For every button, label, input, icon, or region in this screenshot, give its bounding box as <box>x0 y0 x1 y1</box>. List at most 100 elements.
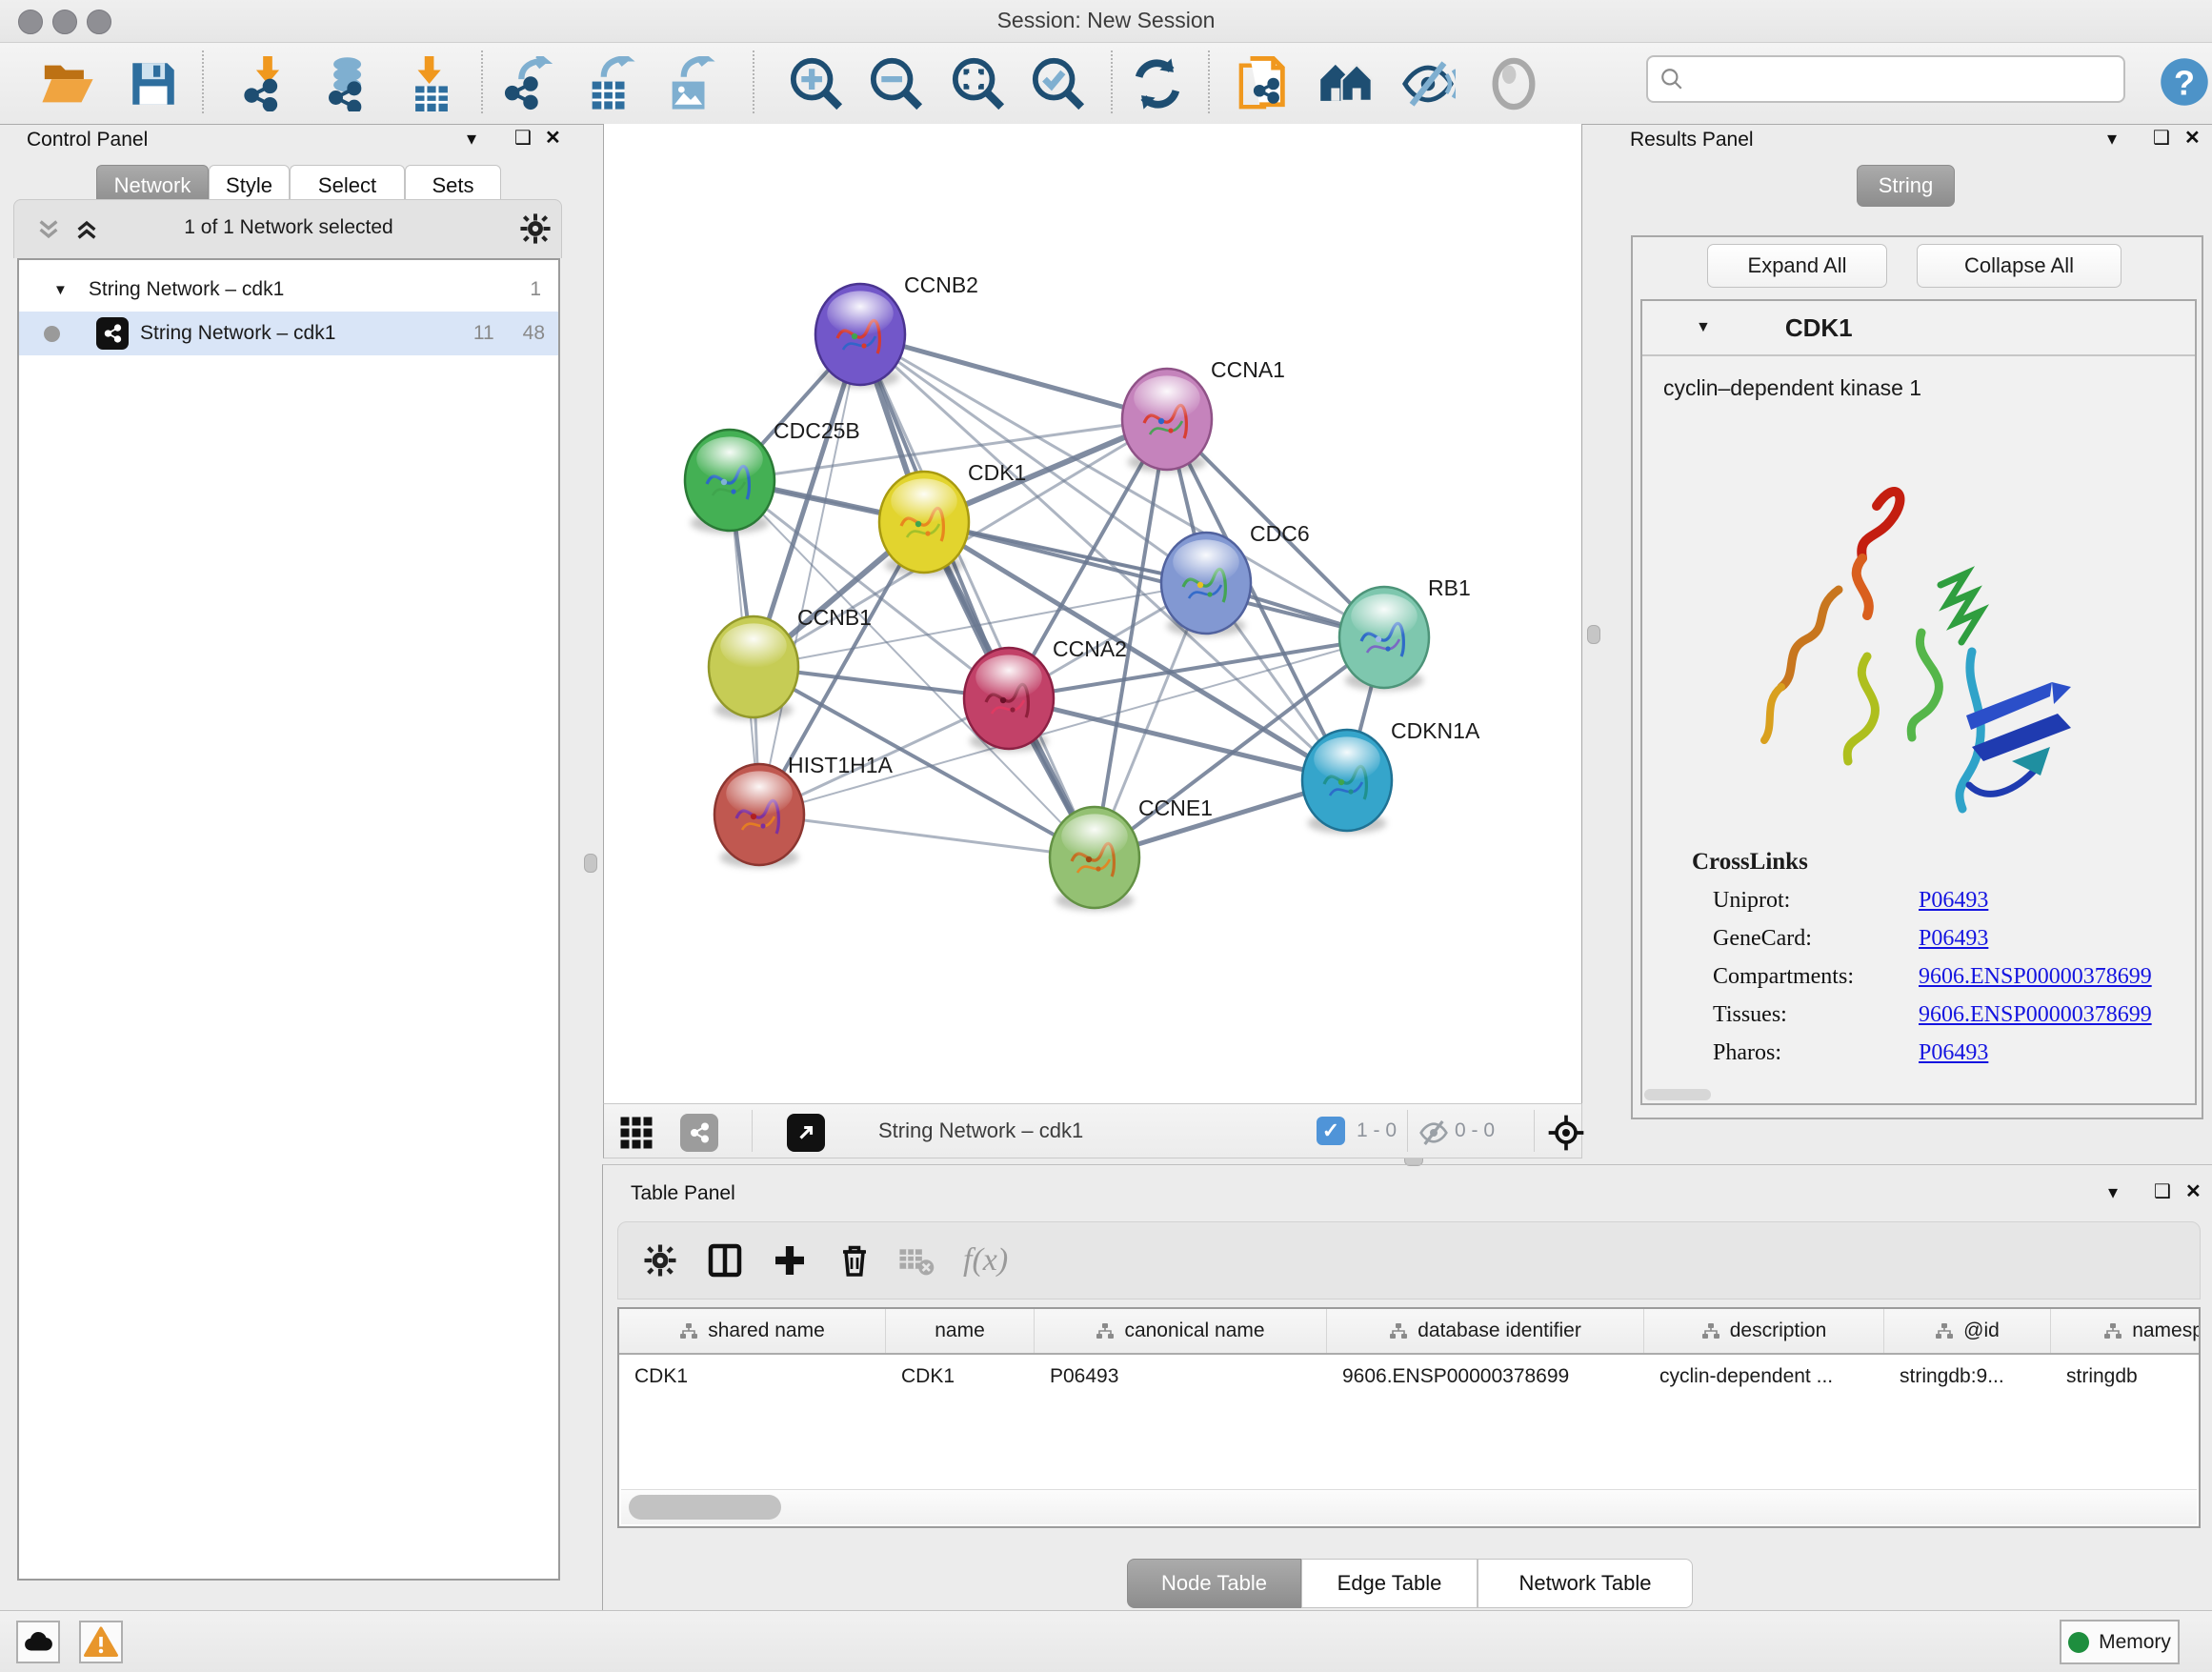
network-node-ccnb1[interactable]: CCNB1 <box>709 605 872 720</box>
import-table-icon[interactable] <box>404 56 459 111</box>
crosslink-value-link[interactable]: P06493 <box>1919 926 1988 952</box>
network-node-cdkn1a[interactable]: CDKN1A <box>1302 718 1480 834</box>
network-edge[interactable] <box>924 522 1384 637</box>
network-edge[interactable] <box>759 815 1095 857</box>
network-canvas[interactable]: CCNB2CCNA1CDC25BCDK1CDC6RB1CCNB1CCNA2CDK… <box>603 124 1582 1103</box>
column-header-description[interactable]: description <box>1644 1309 1884 1353</box>
table-cell[interactable]: CDK1 <box>619 1365 886 1388</box>
cloud-icon[interactable] <box>16 1621 60 1663</box>
add-column-icon[interactable] <box>773 1243 807 1278</box>
show-columns-icon[interactable] <box>708 1243 742 1278</box>
network-collection-row[interactable]: ▼ String Network – cdk1 1 <box>19 268 558 312</box>
warning-icon[interactable] <box>79 1621 123 1663</box>
network-node-rb1[interactable]: RB1 <box>1339 575 1471 691</box>
zoom-fit-icon[interactable] <box>951 56 1006 111</box>
zoom-in-icon[interactable] <box>789 56 844 111</box>
import-network-database-icon[interactable] <box>322 56 377 111</box>
network-node-hist1h1a[interactable]: HIST1H1A <box>714 753 894 868</box>
open-session-icon[interactable] <box>40 56 95 111</box>
session-home-icon[interactable] <box>1318 56 1374 111</box>
selected-items-checkbox[interactable]: ✓ <box>1317 1117 1345 1145</box>
results-panel-close-icon[interactable]: ✕ <box>2184 129 2201 148</box>
table-settings-gear-icon[interactable] <box>643 1243 677 1278</box>
tab-string[interactable]: String <box>1857 165 1955 207</box>
export-image-icon[interactable] <box>663 56 718 111</box>
left-splitter-handle[interactable] <box>584 854 597 873</box>
column-header-database-identifier[interactable]: database identifier <box>1327 1309 1644 1353</box>
table-cell[interactable]: CDK1 <box>886 1365 1035 1388</box>
search-input[interactable] <box>1684 67 2107 91</box>
crosslink-value-link[interactable]: 9606.ENSP00000378699 <box>1919 964 2152 990</box>
memory-button[interactable]: Memory <box>2060 1620 2180 1664</box>
toolbar-search[interactable] <box>1646 55 2125 103</box>
results-panel-float-icon[interactable]: ❑ <box>2153 129 2170 148</box>
clone-network-icon[interactable] <box>1237 56 1292 111</box>
network-node-ccna2[interactable]: CCNA2 <box>964 636 1127 752</box>
control-panel-collapse-icon[interactable]: ▾ <box>467 130 476 149</box>
network-node-ccnb2[interactable]: CCNB2 <box>815 272 978 388</box>
table-panel-close-icon[interactable]: ✕ <box>2185 1182 2202 1201</box>
zoom-selected-icon[interactable] <box>1031 56 1086 111</box>
import-network-file-icon[interactable] <box>240 56 295 111</box>
results-panel-collapse-icon[interactable]: ▾ <box>2107 130 2117 149</box>
network-edge[interactable] <box>759 334 860 815</box>
show-panel-icon[interactable] <box>1486 56 1541 111</box>
grid-view-icon[interactable] <box>619 1116 654 1150</box>
column-header-@id[interactable]: @id <box>1884 1309 2051 1353</box>
column-header-namespace[interactable]: namespace <box>2051 1309 2201 1353</box>
protein-expander-icon[interactable]: ▼ <box>1696 319 1711 336</box>
network-node-cdc25b[interactable]: CDC25B <box>685 418 860 534</box>
open-view-in-window-icon[interactable] <box>787 1114 825 1152</box>
save-session-icon[interactable] <box>126 56 181 111</box>
tab-network-table[interactable]: Network Table <box>1478 1559 1693 1608</box>
function-builder-icon[interactable]: f(x) <box>963 1242 1008 1279</box>
zoom-out-icon[interactable] <box>869 56 924 111</box>
export-network-icon[interactable] <box>503 56 558 111</box>
refresh-icon[interactable] <box>1130 56 1185 111</box>
network-graph[interactable]: CCNB2CCNA1CDC25BCDK1CDC6RB1CCNB1CCNA2CDK… <box>604 124 1581 1101</box>
column-header-shared-name[interactable]: shared name <box>619 1309 886 1353</box>
table-hscrollbar-thumb[interactable] <box>629 1495 781 1520</box>
collection-expander-icon[interactable]: ▼ <box>53 282 68 298</box>
protein-header[interactable]: ▼ CDK1 <box>1642 301 2195 356</box>
network-node-ccne1[interactable]: CCNE1 <box>1050 796 1213 911</box>
export-table-icon[interactable] <box>583 56 638 111</box>
delete-table-icon[interactable] <box>898 1242 935 1279</box>
collapse-all-button[interactable]: Collapse All <box>1917 244 2122 288</box>
expand-all-button[interactable]: Expand All <box>1707 244 1887 288</box>
control-panel-float-icon[interactable]: ❑ <box>514 129 532 148</box>
hidden-items-eye-slash-icon[interactable] <box>1418 1118 1449 1148</box>
toolbar-separator <box>1208 50 1210 113</box>
column-header-name[interactable]: name <box>886 1309 1035 1353</box>
tab-node-table[interactable]: Node Table <box>1127 1559 1301 1608</box>
birds-eye-view-icon[interactable] <box>1547 1114 1585 1152</box>
table-cell[interactable]: P06493 <box>1035 1365 1327 1388</box>
crosslink-value-link[interactable]: P06493 <box>1919 1040 1988 1066</box>
table-panel-collapse-icon[interactable]: ▾ <box>2108 1183 2118 1202</box>
node-label: CDC25B <box>774 418 860 443</box>
network-row[interactable]: String Network – cdk1 11 48 <box>19 312 558 355</box>
toolbar-separator <box>1111 50 1113 113</box>
network-view-share-icon[interactable] <box>680 1114 718 1152</box>
network-edge[interactable] <box>759 637 1384 815</box>
help-icon[interactable]: ? <box>2159 56 2210 108</box>
table-cell[interactable]: 9606.ENSP00000378699 <box>1327 1365 1644 1388</box>
crosslink-value-link[interactable]: P06493 <box>1919 888 1988 914</box>
node-table[interactable]: shared namenamecanonical namedatabase id… <box>617 1307 2201 1528</box>
network-edge[interactable] <box>860 334 1095 857</box>
tab-edge-table[interactable]: Edge Table <box>1301 1559 1478 1608</box>
column-header-canonical-name[interactable]: canonical name <box>1035 1309 1327 1353</box>
crosslink-value-link[interactable]: 9606.ENSP00000378699 <box>1919 1002 2152 1028</box>
hide-panels-icon[interactable] <box>1400 56 1456 111</box>
network-node-cdc6[interactable]: CDC6 <box>1161 521 1310 636</box>
control-panel-close-icon[interactable]: ✕ <box>545 129 561 148</box>
table-cell[interactable]: cyclin-dependent ... <box>1644 1365 1884 1388</box>
delete-column-icon[interactable] <box>837 1243 872 1278</box>
table-cell[interactable]: stringdb:9... <box>1884 1365 2051 1388</box>
table-cell[interactable]: stringdb <box>2051 1365 2201 1388</box>
table-row[interactable]: CDK1CDK1P064939606.ENSP00000378699cyclin… <box>619 1355 2199 1399</box>
table-hscrollbar[interactable] <box>621 1489 2197 1524</box>
table-panel-float-icon[interactable]: ❑ <box>2154 1182 2171 1201</box>
crosslinks-scrollbar[interactable] <box>1644 1089 1711 1100</box>
network-options-gear-icon[interactable] <box>519 212 552 245</box>
